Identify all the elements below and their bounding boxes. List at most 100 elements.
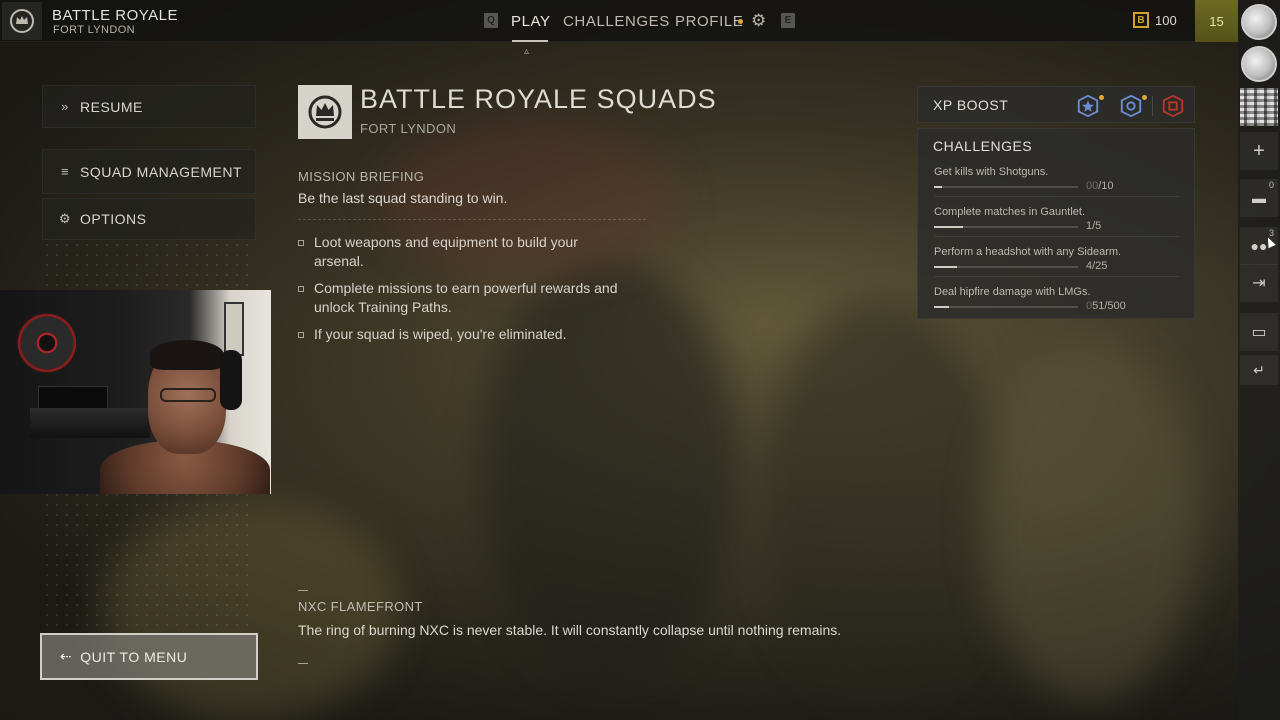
progress-fill: [934, 226, 963, 228]
challenge-text: Get kills with Shotguns.: [934, 166, 1049, 178]
progress-fill: [934, 186, 942, 188]
profile-notification-dot: [738, 19, 743, 24]
progress-count-dim: 00: [1086, 180, 1099, 192]
challenge-item[interactable]: Perform a headshot with any Sidearm. 4/2…: [934, 246, 1180, 277]
party-button[interactable]: ●● 3: [1238, 226, 1280, 266]
mode-title: BATTLE ROYALE: [52, 7, 178, 24]
background-figure: [760, 300, 1000, 700]
player-avatar[interactable]: [1238, 44, 1280, 84]
challenge-item[interactable]: Get kills with Shotguns. 00/10: [934, 166, 1180, 197]
key-hint-right: E: [781, 13, 795, 28]
quit-label: QUIT TO MENU: [80, 648, 188, 665]
avatar-icon: [1241, 46, 1277, 82]
progress-fill: [934, 266, 957, 268]
weapon-badge-icon[interactable]: [1118, 93, 1144, 119]
tab-play[interactable]: PLAY: [511, 13, 551, 30]
invite-button[interactable]: ⇥: [1238, 263, 1280, 303]
qr-code[interactable]: [1238, 86, 1280, 128]
squad-management-label: SQUAD MANAGEMENT: [80, 163, 243, 180]
list-item-text: Complete missions to earn powerful rewar…: [314, 280, 618, 315]
webcam-steering-wheel: [16, 312, 78, 374]
progress-track: [934, 186, 1078, 188]
list-item: Loot weapons and equipment to build your…: [298, 233, 628, 271]
webcam-person-hair: [150, 340, 224, 370]
webcam-overlay: [0, 290, 271, 494]
options-button[interactable]: ⚙ OPTIONS: [42, 198, 256, 240]
list-item: Complete missions to earn powerful rewar…: [298, 279, 628, 317]
list-icon: ≡: [60, 164, 70, 179]
player-avatar[interactable]: [1238, 2, 1280, 42]
return-icon: ↵: [1240, 355, 1278, 385]
currency-value: 100: [1155, 12, 1177, 28]
feature-heading: NXC FLAMEFRONT: [298, 599, 423, 614]
resume-label: RESUME: [80, 98, 143, 115]
webcam-picture-frame: [224, 302, 244, 356]
avatar-icon: [1241, 4, 1277, 40]
caret-up-icon: ▵: [524, 46, 530, 57]
resume-button[interactable]: » RESUME: [42, 85, 256, 128]
active-tab-indicator: [512, 40, 548, 42]
progress-count-value: /10: [1098, 180, 1114, 192]
background-figure: [480, 260, 740, 680]
progress-count: 4/25: [1086, 260, 1107, 272]
notification-dot: [1142, 95, 1147, 100]
webcam-person-glasses: [160, 388, 216, 402]
divider: [934, 196, 1179, 197]
xp-boost-panel[interactable]: XP BOOST: [917, 86, 1195, 123]
mode-subtitle: FORT LYNDON: [53, 24, 136, 36]
tab-challenges[interactable]: CHALLENGES: [563, 13, 670, 30]
divider: [1152, 96, 1153, 116]
gear-icon[interactable]: ⚙: [751, 11, 766, 31]
challenge-progress: 00/10: [934, 180, 1180, 197]
divider: [934, 276, 1179, 277]
top-bar: BATTLE ROYALE FORT LYNDON Q PLAY CHALLEN…: [0, 0, 1238, 42]
webcam-desk: [30, 408, 150, 438]
crown-emblem-icon: [308, 95, 342, 129]
player-level-badge[interactable]: 15: [1195, 0, 1238, 42]
add-friend-button[interactable]: +: [1238, 131, 1280, 171]
divider: [298, 219, 646, 220]
key-hint-left: Q: [484, 13, 498, 28]
list-item-text: Loot weapons and equipment to build your…: [314, 234, 578, 269]
friends-button[interactable]: ▬ 0: [1238, 178, 1280, 218]
briefing-text: Be the last squad standing to win.: [298, 190, 508, 206]
plus-icon: +: [1240, 132, 1278, 170]
star-badge-icon[interactable]: [1075, 93, 1101, 119]
divider: [298, 663, 308, 664]
progress-fill: [934, 306, 949, 308]
bullet-icon: [298, 332, 304, 338]
chat-icon: ▭: [1240, 313, 1278, 351]
page-title: BATTLE ROYALE SQUADS: [360, 84, 717, 114]
challenge-text: Complete matches in Gauntlet.: [934, 206, 1086, 218]
list-item: If your squad is wiped, you're eliminate…: [298, 325, 628, 344]
progress-count-value: 4/25: [1086, 260, 1108, 272]
page-subtitle: FORT LYNDON: [360, 121, 457, 136]
squad-management-button[interactable]: ≡ SQUAD MANAGEMENT: [42, 149, 256, 194]
progress-track: [934, 306, 1078, 308]
quit-to-menu-button[interactable]: ⇠ QUIT TO MENU: [40, 633, 258, 680]
challenge-item[interactable]: Deal hipfire damage with LMGs. 051/500: [934, 286, 1180, 314]
challenge-progress: 051/500: [934, 300, 1180, 314]
bullet-icon: [298, 240, 304, 246]
divider: [298, 590, 308, 591]
challenge-item[interactable]: Complete matches in Gauntlet. 1/5: [934, 206, 1180, 237]
challenges-title: CHALLENGES: [933, 138, 1033, 154]
progress-count: 00/10: [1086, 180, 1114, 192]
arrow-right-icon: ⇥: [1240, 264, 1278, 302]
challenges-panel[interactable]: CHALLENGES Get kills with Shotguns. 00/1…: [917, 128, 1195, 319]
briefing-heading: MISSION BRIEFING: [298, 169, 425, 184]
progress-count: 1/5: [1086, 220, 1101, 232]
back-button[interactable]: ↵: [1238, 352, 1280, 388]
divider: [934, 236, 1179, 237]
progress-count: 051/500: [1086, 300, 1126, 312]
battle-pass-badge-icon[interactable]: [1160, 93, 1186, 119]
currency-display[interactable]: B 100: [1133, 12, 1177, 28]
challenge-progress: 4/25: [934, 260, 1180, 277]
exit-icon: ⇠: [60, 648, 73, 664]
qr-code-icon: [1240, 88, 1278, 126]
progress-count-value: 51/500: [1092, 300, 1126, 312]
webcam-monitor: [38, 386, 108, 410]
tab-profile[interactable]: PROFILE: [675, 13, 743, 30]
chat-button[interactable]: ▭: [1238, 312, 1280, 352]
options-label: OPTIONS: [80, 211, 147, 227]
